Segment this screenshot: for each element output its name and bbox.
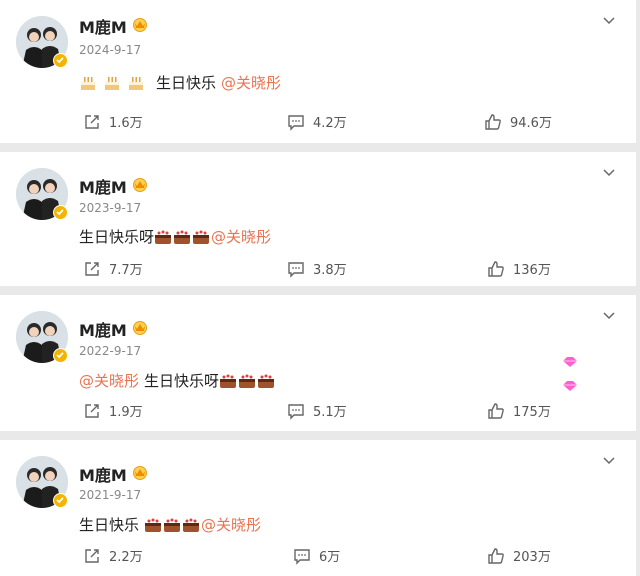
like-button[interactable]: 136万 [487,259,551,278]
verified-badge-icon [53,205,68,220]
post-card: M鹿M 2022-9-17 @关晓彤 生日快乐呀 1.9万 5.1万 175万 [0,295,636,431]
like-icon [488,260,504,277]
post-date[interactable]: 2024-9-17 [79,43,141,57]
birthday-cake-icon [103,75,121,91]
crown-icon [131,319,149,339]
comment-button[interactable]: 5.1万 [287,401,347,420]
comment-button[interactable]: 4.2万 [287,112,347,131]
post-content: 生日快乐 @关晓彤 [79,72,281,93]
birthday-cake-icon [182,517,200,533]
post-text: 生日快乐 [156,74,217,92]
repost-button[interactable]: 1.6万 [83,112,143,131]
like-button[interactable]: 94.6万 [484,112,552,131]
crown-icon [131,464,149,484]
author-name[interactable]: M鹿M [79,14,127,38]
post-content: 生日快乐 @关晓彤 [79,514,261,535]
chevron-down-icon[interactable] [602,452,616,471]
like-icon [485,113,501,130]
mention-link[interactable]: @关晓彤 [201,514,261,535]
birthday-cake-icon [173,229,191,245]
author-name[interactable]: M鹿M [79,174,127,198]
post-date[interactable]: 2023-9-17 [79,201,141,215]
mention-link[interactable]: @关晓彤 [79,370,139,391]
post-card: M鹿M 2023-9-17 生日快乐呀 @关晓彤 7.7万 3.8万 136万 [0,152,636,286]
verified-badge-icon [53,53,68,68]
repost-icon [85,114,99,129]
birthday-cake-icon [144,517,162,533]
like-button[interactable]: 203万 [487,546,551,565]
post-text: 生日快乐 [79,516,140,534]
comment-count: 5.1万 [313,405,347,420]
birthday-cake-icon [127,75,145,91]
crown-icon [131,16,149,36]
mention-link[interactable]: @关晓彤 [211,226,271,247]
like-count: 203万 [513,550,551,565]
verified-badge-icon [53,493,68,508]
like-button[interactable]: 175万 [487,401,551,420]
repost-count: 2.2万 [109,550,143,565]
verified-badge-icon [53,348,68,363]
gem-icon[interactable] [560,355,580,397]
post-date[interactable]: 2022-9-17 [79,344,141,358]
post-content: 生日快乐呀 @关晓彤 [79,226,271,247]
birthday-cake-icon [238,373,256,389]
action-bar: 1.9万 5.1万 175万 [0,401,636,421]
like-count: 94.6万 [510,116,552,131]
birthday-cake-icon [257,373,275,389]
post-text: 生日快乐呀 [79,228,155,246]
author-name[interactable]: M鹿M [79,317,127,341]
mention-link[interactable]: @关晓彤 [221,72,281,93]
comment-button[interactable]: 6万 [293,546,340,565]
chevron-down-icon[interactable] [602,12,616,31]
comment-icon [288,261,304,278]
chevron-down-icon[interactable] [602,307,616,326]
post-card: M鹿M 2024-9-17 生日快乐 @关晓彤 1.6万 4.2万 94.6万 [0,0,636,143]
like-icon [488,402,504,419]
repost-icon [85,261,99,276]
comment-count: 4.2万 [313,116,347,131]
repost-button[interactable]: 2.2万 [83,546,143,565]
post-text: 生日快乐呀 [144,372,220,390]
action-bar: 7.7万 3.8万 136万 [0,259,636,279]
like-count: 175万 [513,405,551,420]
comment-icon [294,548,310,565]
comment-icon [288,114,304,131]
repost-count: 1.6万 [109,116,143,131]
action-bar: 1.6万 4.2万 94.6万 [0,112,636,132]
repost-button[interactable]: 1.9万 [83,401,143,420]
crown-icon [131,176,149,196]
birthday-cake-icon [219,373,237,389]
repost-icon [85,548,99,563]
birthday-cake-icon [154,229,172,245]
repost-count: 7.7万 [109,263,143,278]
birthday-cake-icon [163,517,181,533]
post-content: @关晓彤 生日快乐呀 [79,370,276,391]
comment-count: 3.8万 [313,263,347,278]
author-name[interactable]: M鹿M [79,462,127,486]
action-bar: 2.2万 6万 203万 [0,546,636,566]
post-card: M鹿M 2021-9-17 生日快乐 @关晓彤 2.2万 6万 203万 [0,440,636,576]
repost-icon [85,403,99,418]
like-icon [488,547,504,564]
comment-icon [288,403,304,420]
birthday-cake-icon [79,75,97,91]
post-date[interactable]: 2021-9-17 [79,488,141,502]
chevron-down-icon[interactable] [602,164,616,183]
birthday-cake-icon [192,229,210,245]
repost-count: 1.9万 [109,405,143,420]
like-count: 136万 [513,263,551,278]
comment-button[interactable]: 3.8万 [287,259,347,278]
repost-button[interactable]: 7.7万 [83,259,143,278]
comment-count: 6万 [319,550,341,565]
